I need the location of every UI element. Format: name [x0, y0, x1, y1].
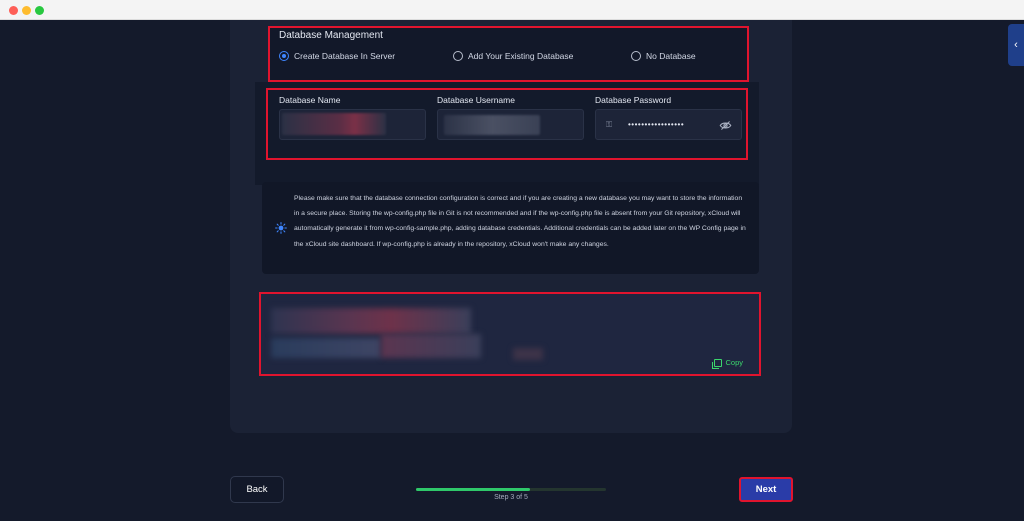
radio-existing-database[interactable]: Add Your Existing Database — [453, 51, 573, 61]
maximize-window-button[interactable] — [35, 6, 44, 15]
redacted-value — [444, 115, 540, 135]
redacted-code — [513, 348, 543, 360]
radio-create-database[interactable]: Create Database In Server — [279, 51, 395, 61]
collapse-sidebar-button[interactable]: ‹ — [1008, 24, 1024, 66]
database-username-input[interactable] — [437, 109, 584, 140]
copy-label: Copy — [725, 358, 743, 367]
database-management-title: Database Management — [279, 30, 383, 41]
step-progress-fill — [416, 488, 530, 491]
redacted-value — [282, 113, 386, 135]
next-button[interactable]: Next — [739, 477, 793, 502]
redacted-code — [271, 308, 471, 334]
config-code-box: Copy — [259, 292, 761, 376]
database-password-input[interactable]: ⚿ ••••••••••••••••• — [595, 109, 742, 140]
copy-icon — [712, 358, 723, 369]
step-label: Step 3 of 5 — [494, 494, 528, 501]
window-titlebar — [0, 0, 1024, 20]
radio-no-database-label: No Database — [646, 51, 696, 61]
bulb-icon — [275, 222, 287, 234]
radio-create-database-label: Create Database In Server — [294, 51, 396, 61]
database-management-section: Database Management Create Database In S… — [268, 26, 749, 82]
database-password-label: Database Password — [595, 95, 672, 105]
copy-button[interactable]: Copy — [712, 358, 743, 369]
radio-no-database[interactable]: No Database — [631, 51, 696, 61]
chevron-left-icon: ‹ — [1014, 39, 1018, 51]
redacted-code — [381, 334, 481, 358]
redacted-code — [271, 338, 381, 358]
back-button[interactable]: Back — [230, 476, 284, 503]
database-username-label: Database Username — [437, 95, 515, 105]
database-name-input[interactable] — [279, 109, 426, 140]
info-text: Please make sure that the database conne… — [294, 195, 746, 248]
database-name-label: Database Name — [279, 95, 341, 105]
close-window-button[interactable] — [9, 6, 18, 15]
password-value: ••••••••••••••••• — [628, 120, 685, 129]
app-canvas: Database Management Create Database In S… — [0, 20, 1024, 521]
step-progress-bar — [416, 488, 606, 491]
radio-unselected-icon — [631, 51, 641, 61]
minimize-window-button[interactable] — [22, 6, 31, 15]
radio-selected-icon — [279, 51, 289, 61]
key-icon: ⚿ — [606, 120, 613, 129]
radio-existing-database-label: Add Your Existing Database — [468, 51, 574, 61]
eye-off-icon[interactable] — [719, 119, 732, 132]
radio-unselected-icon — [453, 51, 463, 61]
database-info-notice: Please make sure that the database conne… — [262, 182, 759, 274]
